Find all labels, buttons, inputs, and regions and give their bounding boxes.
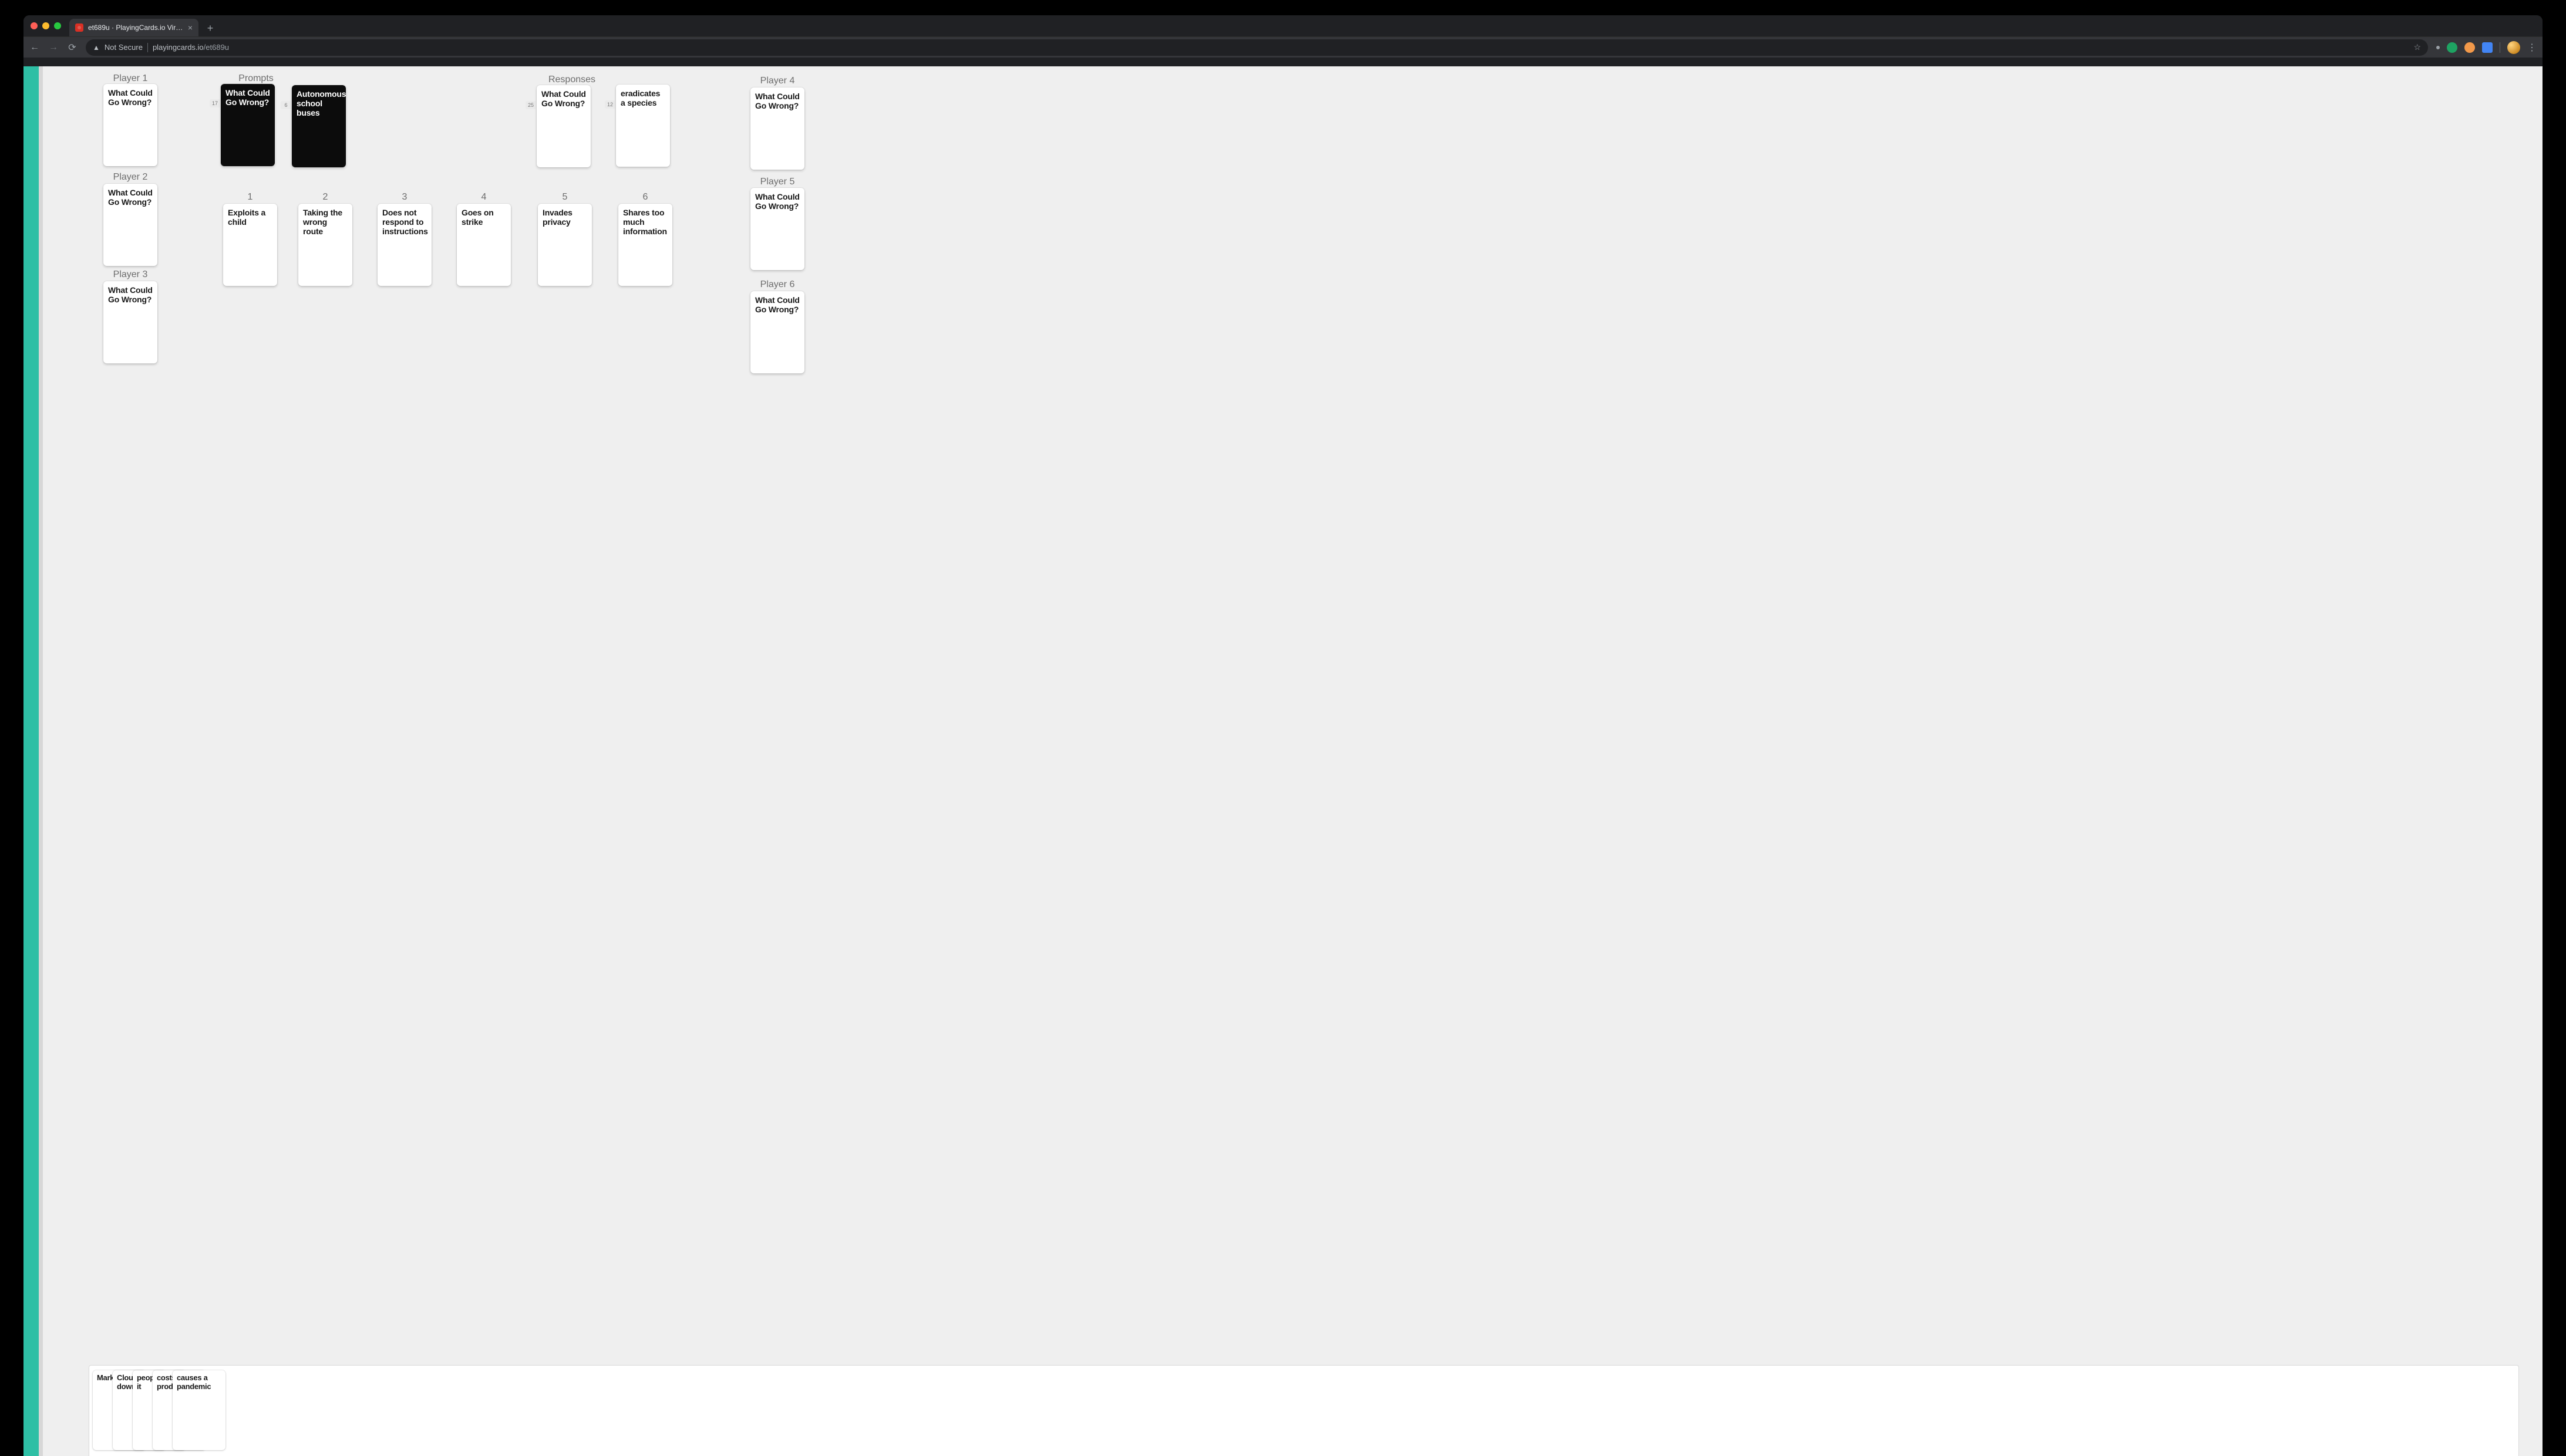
response-deck[interactable]: What Could Go Wrong?: [537, 85, 591, 167]
player-label: Player 6: [750, 279, 804, 290]
url-text: playingcards.io/et689u: [153, 43, 2409, 52]
game-side-strip[interactable]: [23, 66, 39, 1456]
played-card[interactable]: Exploits a child: [223, 204, 277, 286]
extensions-group: ⋮: [2436, 41, 2537, 54]
played-card[interactable]: Invades privacy: [538, 204, 592, 286]
player-deck-card[interactable]: What Could Go Wrong?: [103, 184, 157, 266]
page-gutter: [39, 66, 43, 1456]
prompts-label: Prompts: [221, 73, 291, 84]
slot-number: 5: [538, 192, 592, 203]
prompt-deck-count: 17: [210, 99, 220, 107]
omnibox-divider: [147, 43, 148, 52]
player-label: Player 5: [750, 177, 804, 187]
slot-number: 1: [223, 192, 277, 203]
browser-menu-button[interactable]: ⋮: [2527, 42, 2537, 53]
security-label: Not Secure: [105, 43, 143, 52]
bookmark-star-icon[interactable]: ☆: [2413, 42, 2421, 52]
response-drawn-count: 12: [605, 100, 615, 109]
player-label: Player 4: [750, 76, 804, 86]
player-deck-card[interactable]: What Could Go Wrong?: [750, 291, 804, 373]
hand-card[interactable]: causes a pandemic: [173, 1370, 225, 1450]
prompt-drawn-count: 6: [281, 101, 291, 109]
player-deck-card[interactable]: What Could Go Wrong?: [103, 84, 157, 166]
player-deck-card[interactable]: What Could Go Wrong?: [750, 188, 804, 270]
slot-number: 2: [298, 192, 352, 203]
nav-forward-button[interactable]: →: [48, 42, 59, 53]
player-label: Player 3: [103, 269, 157, 280]
played-card[interactable]: Goes on strike: [457, 204, 511, 286]
profile-avatar[interactable]: [2507, 41, 2520, 54]
response-drawn-card[interactable]: eradicates a species: [616, 85, 670, 167]
not-secure-icon: ▲: [93, 43, 100, 52]
player-deck-card[interactable]: What Could Go Wrong?: [750, 87, 804, 170]
nav-back-button[interactable]: ←: [29, 42, 40, 53]
extension-icon[interactable]: [2436, 46, 2440, 49]
slot-number: 6: [618, 192, 672, 203]
played-card[interactable]: Taking the wrong route: [298, 204, 352, 286]
nav-reload-button[interactable]: ⟳: [67, 42, 78, 53]
slot-number: 4: [457, 192, 511, 203]
response-deck-count: 25: [526, 101, 536, 109]
game-board[interactable]: Player 1 What Could Go Wrong? Player 2 W…: [43, 66, 2543, 1456]
window-controls: [31, 22, 61, 29]
player-deck-card[interactable]: What Could Go Wrong?: [103, 281, 157, 363]
address-bar[interactable]: ▲ Not Secure playingcards.io/et689u ☆: [86, 39, 2428, 56]
prompt-deck[interactable]: What Could Go Wrong?: [221, 84, 275, 166]
slot-number: 3: [378, 192, 432, 203]
player-label: Player 1: [103, 73, 157, 84]
player-label: Player 2: [103, 172, 157, 183]
page-viewport: Player 1 What Could Go Wrong? Player 2 W…: [23, 66, 2543, 1456]
tab-close-button[interactable]: ×: [188, 23, 193, 32]
tab-title: et689u · PlayingCards.io Virtu…: [88, 23, 183, 32]
responses-label: Responses: [537, 75, 607, 85]
new-tab-button[interactable]: +: [202, 20, 218, 36]
window-close-button[interactable]: [31, 22, 38, 29]
browser-toolbar: ← → ⟳ ▲ Not Secure playingcards.io/et689…: [23, 36, 2543, 58]
extension-icon[interactable]: [2482, 42, 2493, 53]
played-card[interactable]: Does not respond to instructions: [378, 204, 432, 286]
played-card[interactable]: Shares too much information: [618, 204, 672, 286]
extension-icon[interactable]: [2464, 42, 2475, 53]
hand-tray[interactable]: Mark melt Clou servi down peop addic it …: [89, 1365, 2519, 1456]
browser-window: et689u · PlayingCards.io Virtu… × + ← → …: [23, 15, 2543, 1456]
prompt-drawn-card[interactable]: Autonomous school buses: [292, 85, 346, 167]
tab-favicon-icon: [75, 23, 83, 32]
window-maximize-button[interactable]: [54, 22, 61, 29]
browser-tab[interactable]: et689u · PlayingCards.io Virtu… ×: [69, 19, 198, 36]
window-minimize-button[interactable]: [42, 22, 49, 29]
extension-icon[interactable]: [2447, 42, 2457, 53]
tab-bar: et689u · PlayingCards.io Virtu… × +: [23, 15, 2543, 36]
